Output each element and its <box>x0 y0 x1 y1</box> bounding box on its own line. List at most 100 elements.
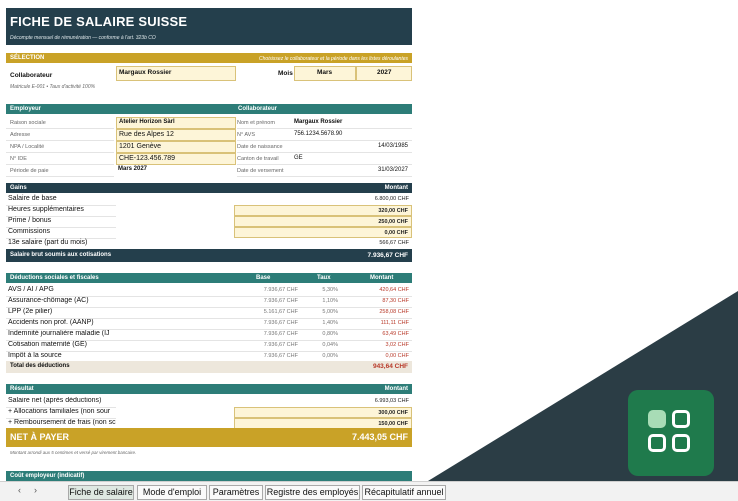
net-pay-value: 7.443,05 CHF <box>351 432 408 442</box>
tab-fiche-de-salaire[interactable]: Fiche de salaire <box>68 485 134 500</box>
deduction-rate: 5,30% <box>322 287 338 293</box>
gain-amount-cell[interactable]: 320,00 CHF <box>234 205 412 216</box>
tab-recapitulatif-annuel[interactable]: Récapitulatif annuel <box>362 485 446 500</box>
tab-parametres[interactable]: Paramètres <box>209 485 263 500</box>
selection-row: Collaborateur Margaux Rossier Mois Mars … <box>6 65 412 85</box>
deduction-row: Cotisation maternité (GE) 7.936,67 CHF 0,0… <box>6 340 412 352</box>
result-label: + Remboursement de frais (non sc <box>8 419 116 426</box>
employer-field-value: Atelier Horizon Sàrl <box>119 119 175 125</box>
collaborator-label: Collaborateur <box>10 72 53 79</box>
employer-field-label: NPA / Localité <box>10 144 45 150</box>
result-row: + Allocations familiales (non sour 300,00… <box>6 407 412 419</box>
scroll-left-icon[interactable]: ‹ <box>18 485 21 495</box>
deduction-row: AVS / AI / APG 7.936,67 CHF 5,30% 420,64 CH… <box>6 285 412 297</box>
employer-cost-header: Coût employeur (indicatif) <box>6 471 412 481</box>
gain-amount-cell: 566,67 CHF <box>234 238 412 249</box>
employer-field-label: Adresse <box>10 132 31 138</box>
row-divider <box>237 165 412 177</box>
gain-amount: 250,00 CHF <box>378 219 408 225</box>
deduction-base: 5.161,67 CHF <box>263 309 298 315</box>
result-amount: 300,00 CHF <box>378 410 408 416</box>
result-row: Salaire net (après déductions) 6.993,03 C… <box>6 396 412 408</box>
row-divider <box>237 129 412 141</box>
gain-row: Salaire de base 6.800,00 CHF <box>6 194 412 206</box>
gain-amount-cell: 6.800,00 CHF <box>234 194 412 205</box>
row-divider <box>237 153 412 165</box>
month-select-value: Mars <box>317 69 333 76</box>
gain-label: Salaire de base <box>8 195 57 202</box>
deduction-rate: 5,00% <box>322 309 338 315</box>
deductions-total-label: Total des déductions <box>10 363 70 369</box>
result-amount-header: Montant <box>384 386 408 392</box>
result-amount: 150,00 CHF <box>378 421 408 427</box>
deduction-base: 7.936,67 CHF <box>263 353 298 359</box>
net-pay-note: Montant arrondi aux 5 centimes et versé … <box>10 450 137 455</box>
deductions-rate-header: Taux <box>317 275 331 281</box>
month-select[interactable]: Mars <box>294 66 356 81</box>
deductions-total-row: Total des déductions 943,64 CHF <box>6 361 412 373</box>
result-label: + Allocations familiales (non sour <box>8 408 111 415</box>
employer-field-input[interactable]: Rue des Alpes 12 <box>116 129 236 141</box>
deductions-total-value: 943,64 CHF <box>372 363 408 370</box>
gain-amount-cell[interactable]: 0,00 CHF <box>234 227 412 238</box>
selection-header-label: SÉLECTION <box>10 55 45 61</box>
deduction-rate: 1,40% <box>322 320 338 326</box>
gain-amount: 6.800,00 CHF <box>374 196 409 202</box>
deduction-base: 7.936,67 CHF <box>263 342 298 348</box>
gain-amount: 0,00 CHF <box>384 230 408 236</box>
deduction-amount: 87,30 CHF <box>382 298 409 304</box>
gain-amount: 566,67 CHF <box>379 240 409 246</box>
deduction-label: AVS / AI / APG <box>8 286 54 293</box>
scroll-right-icon[interactable]: › <box>34 485 37 495</box>
result-amount-cell[interactable]: 300,00 CHF <box>234 407 412 418</box>
year-select[interactable]: 2027 <box>356 66 412 81</box>
deduction-label: Assurance-chômage (AC) <box>8 297 89 304</box>
party-row: N° IDE CHE-123.456.789 Canton de travail GE <box>6 153 412 165</box>
employer-field-input[interactable]: CHE-123.456.789 <box>116 153 236 165</box>
deductions-header-label: Déductions sociales et fiscales <box>10 275 99 281</box>
gain-label: 13e salaire (part du mois) <box>8 239 88 246</box>
deduction-label: Accidents non prof. (AANP) <box>8 319 94 326</box>
result-amount: 6.993,03 CHF <box>374 398 409 404</box>
deduction-rate: 1,10% <box>322 298 338 304</box>
gain-row: Commissions 0,00 CHF <box>6 227 412 239</box>
sheet-tab-bar: ‹ › Fiche de salaire Mode d'emploi Param… <box>0 481 738 501</box>
tab-registre-employes[interactable]: Registre des employés <box>265 485 360 500</box>
tab-mode-emploi[interactable]: Mode d'emploi <box>137 485 207 500</box>
gross-total-value: 7.936,67 CHF <box>367 252 408 259</box>
parties-header: Employeur Collaborateur <box>6 104 412 114</box>
net-pay-label: NET À PAYER <box>10 432 70 442</box>
employer-field-input[interactable]: Atelier Horizon Sàrl <box>116 117 236 129</box>
employer-field-input[interactable]: 1201 Genève <box>116 141 236 153</box>
party-row: Adresse Rue des Alpes 12 N° AVS 756.1234.56… <box>6 129 412 141</box>
deduction-amount: 258,08 CHF <box>379 309 409 315</box>
employer-field-value: Rue des Alpes 12 <box>119 131 174 138</box>
result-header-label: Résultat <box>10 386 34 392</box>
employer-field-value: 1201 Genève <box>119 143 162 150</box>
deduction-label: Impôt à la source <box>8 352 62 359</box>
gain-amount-cell[interactable]: 250,00 CHF <box>234 216 412 227</box>
deductions-base-header: Base <box>256 275 271 281</box>
collaborator-select[interactable]: Margaux Rossier <box>116 66 236 81</box>
deduction-row: LPP (2e pilier) 5.161,67 CHF 5,00% 258,08 C… <box>6 307 412 319</box>
row-divider <box>237 141 412 153</box>
deduction-row: Accidents non prof. (AANP) 7.936,67 CHF 1,… <box>6 318 412 330</box>
party-row: Période de paie Mars 2027 Date de versemen… <box>6 165 412 177</box>
gain-label: Heures supplémentaires <box>8 206 84 213</box>
employer-field-input: Mars 2027 <box>116 165 236 177</box>
matricule-info: Matricule E-001 • Taux d'activité 100% <box>10 84 96 90</box>
result-amount-cell: 6.993,03 CHF <box>234 396 412 407</box>
collaborator-select-value: Margaux Rossier <box>119 69 172 76</box>
page-subtitle: Décompte mensuel de rémunération — confo… <box>10 35 156 41</box>
result-header: Résultat Montant <box>6 384 412 394</box>
gross-total-label: Salaire brut soumis aux cotisations <box>10 252 112 258</box>
deduction-amount: 111,11 CHF <box>380 320 409 326</box>
result-label: Salaire net (après déductions) <box>8 397 102 404</box>
deduction-base: 7.936,67 CHF <box>263 287 298 293</box>
app-grid-icon <box>628 390 714 476</box>
deduction-amount: 63,49 CHF <box>382 331 409 337</box>
party-row: Raison sociale Atelier Horizon Sàrl Nom et… <box>6 117 412 129</box>
deduction-rate: 0,80% <box>322 331 338 337</box>
gain-amount: 320,00 CHF <box>378 208 408 214</box>
deduction-amount: 0,00 CHF <box>385 353 409 359</box>
